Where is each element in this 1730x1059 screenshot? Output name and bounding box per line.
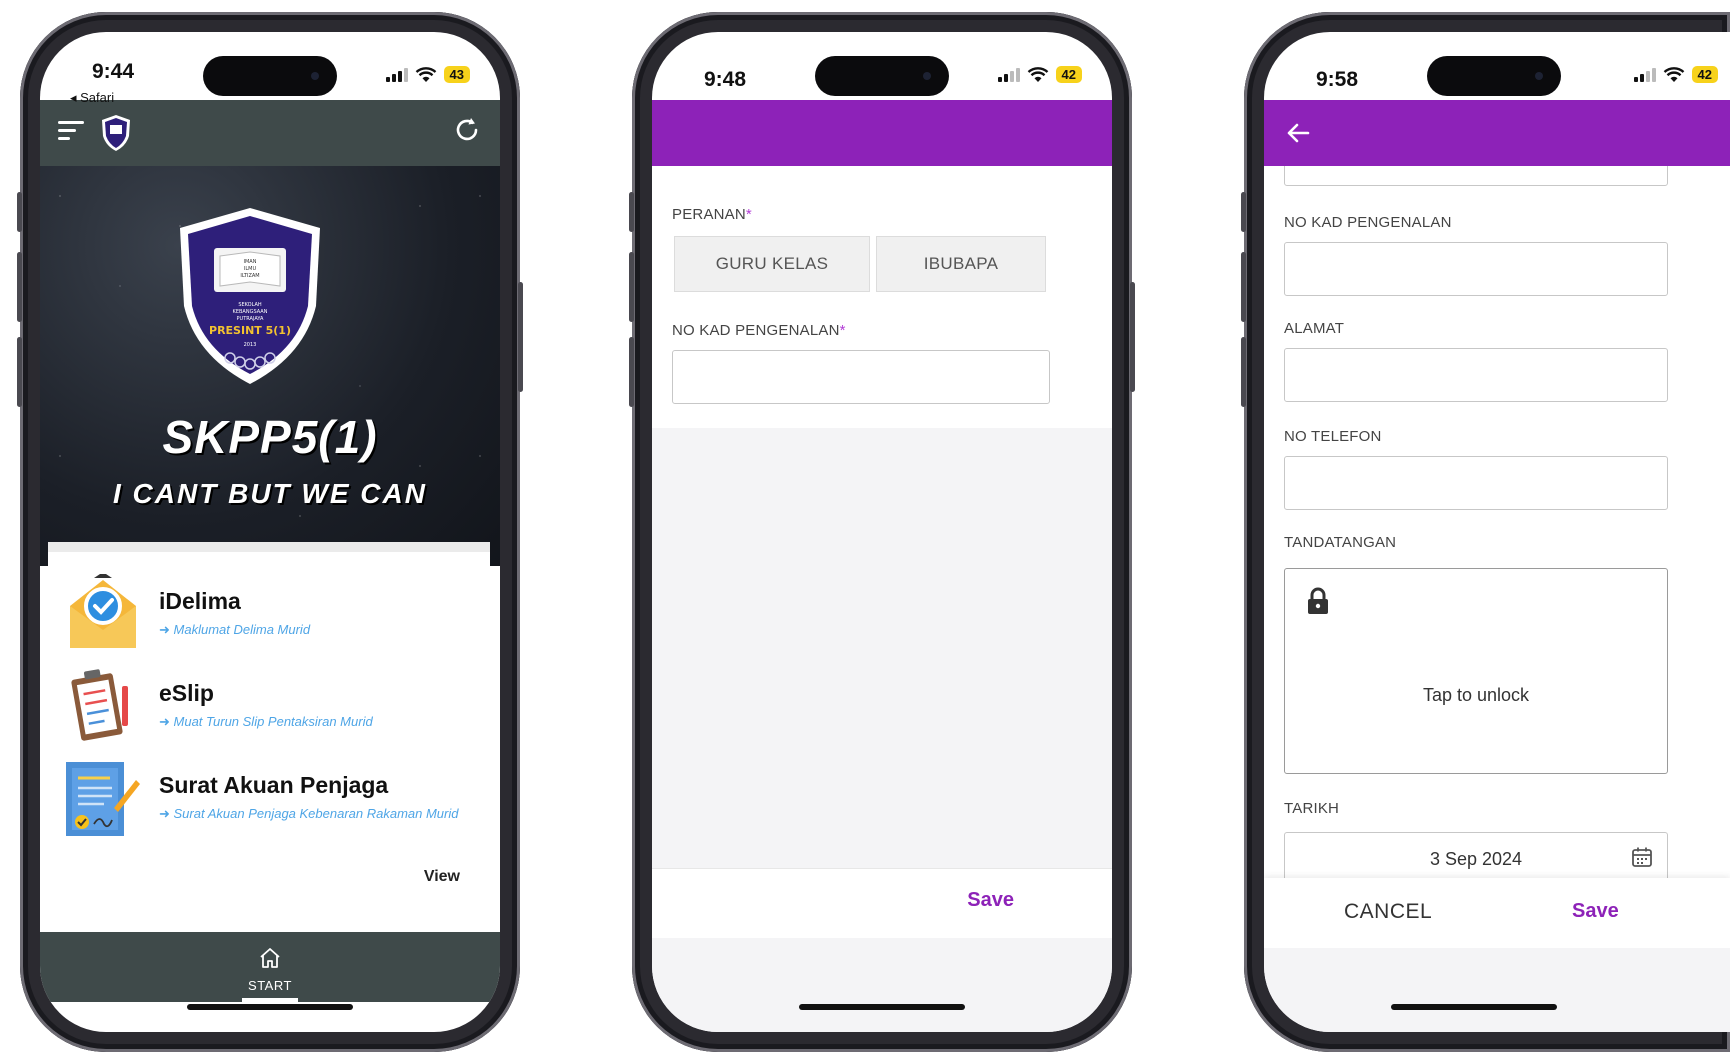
status-time: 9:44	[92, 60, 135, 83]
nokp-label: NO KAD PENGENALAN*	[672, 322, 846, 339]
date-value: 3 Sep 2024	[1429, 849, 1523, 869]
calendar-icon[interactable]	[1631, 846, 1653, 868]
alamat-input[interactable]	[1284, 348, 1668, 402]
menu-item-eslip[interactable]: eSlip Muat Turun Slip Pentaksiran Murid	[56, 662, 482, 752]
refresh-icon[interactable]	[452, 115, 482, 145]
screen-3: 9:58 42 NO KAD PENGENALAN ALAMAT NO TELE…	[1264, 32, 1730, 1032]
bottom-nav: START	[40, 932, 500, 1002]
app-tagline: I CANT BUT WE CAN	[113, 478, 427, 509]
battery-icon: 43	[443, 66, 470, 83]
signal-icon	[1633, 67, 1656, 82]
svg-text:PRESINT 5(1): PRESINT 5(1)	[209, 324, 291, 337]
menu-item-title: Surat Akuan Penjaga	[159, 772, 389, 798]
tandatangan-label: TANDATANGAN	[1284, 534, 1397, 551]
signal-icon	[385, 67, 408, 82]
screen-1: 9:44 ◂ Safari 43 IMAN ILMU ILTIZAM SEKOL…	[40, 32, 500, 1032]
signature-pad[interactable]: Tap to unlock	[1284, 568, 1668, 774]
telefon-label: NO TELEFON	[1284, 428, 1382, 445]
wifi-icon	[1663, 66, 1684, 82]
menu-item-subtitle[interactable]: Muat Turun Slip Pentaksiran Murid	[159, 714, 373, 730]
menu-item-title: eSlip	[159, 680, 214, 706]
battery-icon: 42	[1055, 66, 1082, 83]
menu-item-surat-akuan[interactable]: Surat Akuan Penjaga Surat Akuan Penjaga …	[56, 754, 482, 844]
battery-icon: 42	[1691, 66, 1718, 83]
svg-text:PUTRAJAYA: PUTRAJAYA	[237, 316, 265, 322]
home-indicator[interactable]	[1391, 1004, 1557, 1010]
svg-text:ILTIZAM: ILTIZAM	[240, 273, 259, 279]
menu-item-title: iDelima	[159, 588, 241, 614]
dynamic-island	[815, 56, 949, 96]
phone-frame-3: 9:58 42 NO KAD PENGENALAN ALAMAT NO TELE…	[1241, 12, 1730, 1052]
envelope-check-icon	[70, 574, 136, 648]
menu-item-subtitle[interactable]: Maklumat Delima Murid	[159, 622, 311, 638]
dynamic-island	[1427, 56, 1561, 96]
menu-item-idelima[interactable]: iDelima Maklumat Delima Murid	[56, 570, 482, 660]
dialog-actions: CANCEL Save	[1264, 878, 1730, 948]
wifi-icon	[1027, 66, 1048, 82]
hero-banner: IMAN ILMU ILTIZAM SEKOLAH KEBANGSAAN PUT…	[40, 166, 500, 566]
phone-frame-2: 9:48 42 PERANAN* GURU KELAS IBUBAPA NO K…	[629, 12, 1135, 1052]
wifi-icon	[415, 66, 436, 82]
svg-text:KEBANGSAAN: KEBANGSAAN	[233, 309, 268, 315]
phone-frame-1: 9:44 ◂ Safari 43 IMAN ILMU ILTIZAM SEKOL…	[17, 12, 523, 1052]
signed-document-icon	[66, 762, 140, 836]
back-to-safari-link[interactable]: ◂ Safari	[70, 90, 114, 106]
view-link[interactable]: View	[424, 868, 460, 886]
menu-card: iDelima Maklumat Delima Murid eSlip Muat…	[48, 542, 490, 932]
save-button[interactable]: Save	[1572, 900, 1619, 923]
school-crest-icon: IMAN ILMU ILTIZAM SEKOLAH KEBANGSAAN PUT…	[180, 208, 320, 384]
nokp-label: NO KAD PENGENALAN	[1284, 214, 1452, 231]
menu-icon[interactable]	[58, 121, 84, 143]
home-icon[interactable]	[258, 946, 282, 970]
role-option-ibubapa[interactable]: IBUBAPA	[876, 236, 1046, 292]
svg-text:2013: 2013	[244, 342, 257, 348]
tap-to-unlock-text[interactable]: Tap to unlock	[1285, 685, 1667, 706]
alamat-label: ALAMAT	[1284, 320, 1345, 337]
clipboard-icon	[71, 669, 128, 741]
svg-text:SEKOLAH: SEKOLAH	[238, 302, 262, 308]
svg-text:ILMU: ILMU	[244, 266, 257, 272]
cancel-button[interactable]: CANCEL	[1344, 900, 1432, 924]
peranan-label: PERANAN*	[672, 206, 752, 223]
dynamic-island	[203, 56, 337, 96]
screen-2: 9:48 42 PERANAN* GURU KELAS IBUBAPA NO K…	[652, 32, 1112, 1032]
signal-icon	[997, 67, 1020, 82]
school-logo-icon	[102, 115, 130, 151]
status-time: 9:58	[1316, 68, 1359, 91]
home-indicator[interactable]	[799, 1004, 965, 1010]
telefon-input[interactable]	[1284, 456, 1668, 510]
arrow-left-icon[interactable]	[1284, 119, 1312, 147]
home-indicator[interactable]	[187, 1004, 353, 1010]
app-brand-title: SKPP5(1)	[162, 411, 378, 463]
tarikh-label: TARIKH	[1284, 800, 1340, 817]
status-time: 9:48	[704, 68, 747, 91]
save-button[interactable]: Save	[967, 889, 1014, 912]
lock-icon[interactable]	[1307, 587, 1329, 615]
menu-item-subtitle[interactable]: Surat Akuan Penjaga Kebenaran Rakaman Mu…	[159, 806, 459, 822]
nokp-input[interactable]	[1284, 242, 1668, 296]
save-bar: Save	[652, 868, 1112, 938]
nokp-input[interactable]	[672, 350, 1050, 404]
role-option-guru-kelas[interactable]: GURU KELAS	[674, 236, 870, 292]
nav-start-label[interactable]: START	[40, 978, 500, 993]
svg-text:IMAN: IMAN	[244, 259, 257, 265]
